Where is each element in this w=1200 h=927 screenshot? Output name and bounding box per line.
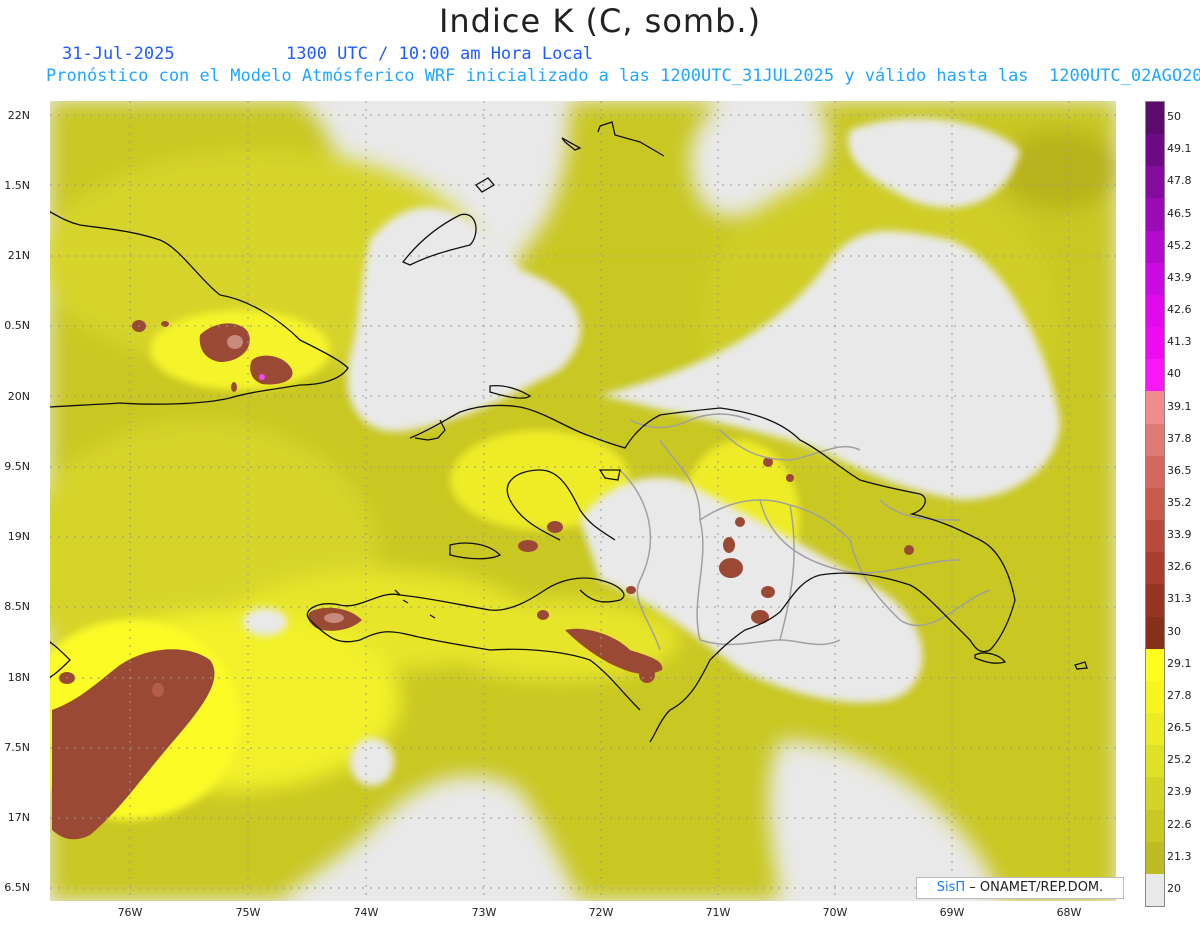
lat-label: 18N — [7, 671, 30, 684]
lat-label: 22N — [7, 109, 30, 122]
legend-label: 26.5 — [1167, 721, 1192, 735]
lon-label: 75W — [235, 906, 261, 919]
credit-text: – ONAMET/REP.DOM. — [965, 880, 1104, 895]
lon-label: 76W — [117, 906, 143, 919]
legend-swatch — [1146, 294, 1164, 328]
legend-label: 41.3 — [1167, 335, 1192, 349]
legend-label: 27.8 — [1167, 688, 1192, 702]
legend-swatch — [1146, 616, 1164, 650]
legend-swatch — [1146, 809, 1164, 843]
legend-label: 46.5 — [1167, 206, 1192, 220]
lon-label: 70W — [822, 906, 848, 919]
legend-label: 45.2 — [1167, 238, 1192, 252]
lat-label: 0.5N — [4, 319, 30, 332]
legend-label: 40 — [1167, 367, 1181, 381]
legend-label: 39.1 — [1167, 399, 1192, 413]
legend-swatch — [1146, 487, 1164, 521]
lon-label: 69W — [939, 906, 965, 919]
legend-label: 47.8 — [1167, 174, 1192, 188]
lat-label: 8.5N — [4, 600, 30, 613]
legend-label: 42.6 — [1167, 303, 1192, 317]
map-field — [50, 101, 1116, 900]
legend-label: 32.6 — [1167, 560, 1192, 574]
legend-swatch — [1146, 520, 1164, 553]
legend-swatch — [1146, 166, 1164, 199]
credit-label: SisΠ – ONAMET/REP.DOM. — [916, 877, 1124, 899]
legend-label: 23.9 — [1167, 785, 1192, 799]
map-title: Indice K (C, somb.) — [438, 2, 762, 40]
legend-swatch — [1146, 648, 1164, 682]
legend-swatch — [1146, 359, 1164, 392]
legend-swatch — [1146, 713, 1164, 746]
legend-label: 49.1 — [1167, 142, 1192, 156]
legend-swatch — [1146, 198, 1164, 232]
legend-swatch — [1146, 230, 1164, 264]
legend-label: 36.5 — [1167, 463, 1192, 477]
legend-label: 20 — [1167, 881, 1181, 895]
lat-label: 6.5N — [4, 881, 30, 894]
lon-label: 74W — [353, 906, 379, 919]
legend-label: 43.9 — [1167, 270, 1192, 284]
legend-swatch — [1146, 745, 1164, 778]
legend-label: 31.3 — [1167, 592, 1192, 606]
legend-label: 37.8 — [1167, 431, 1192, 445]
lon-label: 71W — [705, 906, 731, 919]
legend-swatch — [1146, 102, 1164, 135]
legend-label: 22.6 — [1167, 817, 1192, 831]
legend-swatch — [1146, 455, 1164, 489]
lon-label: 73W — [471, 906, 497, 919]
lat-label: 9.5N — [4, 460, 30, 473]
legend-swatch — [1146, 423, 1164, 457]
credit-brand: SisΠ — [936, 880, 966, 895]
legend-swatch — [1146, 262, 1164, 296]
legend-label: 35.2 — [1167, 496, 1192, 509]
legend-label: 25.2 — [1167, 753, 1192, 767]
legend-swatch — [1146, 873, 1164, 907]
lat-label: 19N — [7, 530, 30, 543]
legend-label: 29.1 — [1167, 656, 1192, 670]
lat-label: 21N — [7, 249, 30, 262]
legend-swatch — [1146, 680, 1164, 714]
legend-swatch — [1146, 134, 1164, 167]
legend-label: 30 — [1167, 624, 1181, 638]
forecast-date: 31-Jul-2025 — [62, 44, 175, 64]
legend-label: 50 — [1167, 110, 1181, 124]
legend-label: 21.3 — [1167, 849, 1192, 863]
color-legend — [1145, 101, 1165, 907]
legend-swatch — [1146, 584, 1164, 618]
legend-swatch — [1146, 552, 1164, 585]
legend-label: 33.9 — [1167, 528, 1192, 542]
lon-label: 68W — [1056, 906, 1082, 919]
lat-label: 17N — [7, 811, 30, 824]
legend-swatch — [1146, 391, 1164, 425]
lat-label: 7.5N — [4, 741, 30, 754]
forecast-time: 1300 UTC / 10:00 am Hora Local — [286, 44, 594, 64]
legend-swatch — [1146, 327, 1164, 360]
legend-swatch — [1146, 777, 1164, 811]
k-index-map[interactable] — [50, 101, 1116, 901]
lat-label: 1.5N — [4, 179, 30, 192]
lon-label: 72W — [588, 906, 614, 919]
lat-label: 20N — [7, 390, 30, 403]
legend-swatch — [1146, 841, 1164, 875]
forecast-description: Pronóstico con el Modelo Atmósferico WRF… — [46, 66, 1200, 86]
